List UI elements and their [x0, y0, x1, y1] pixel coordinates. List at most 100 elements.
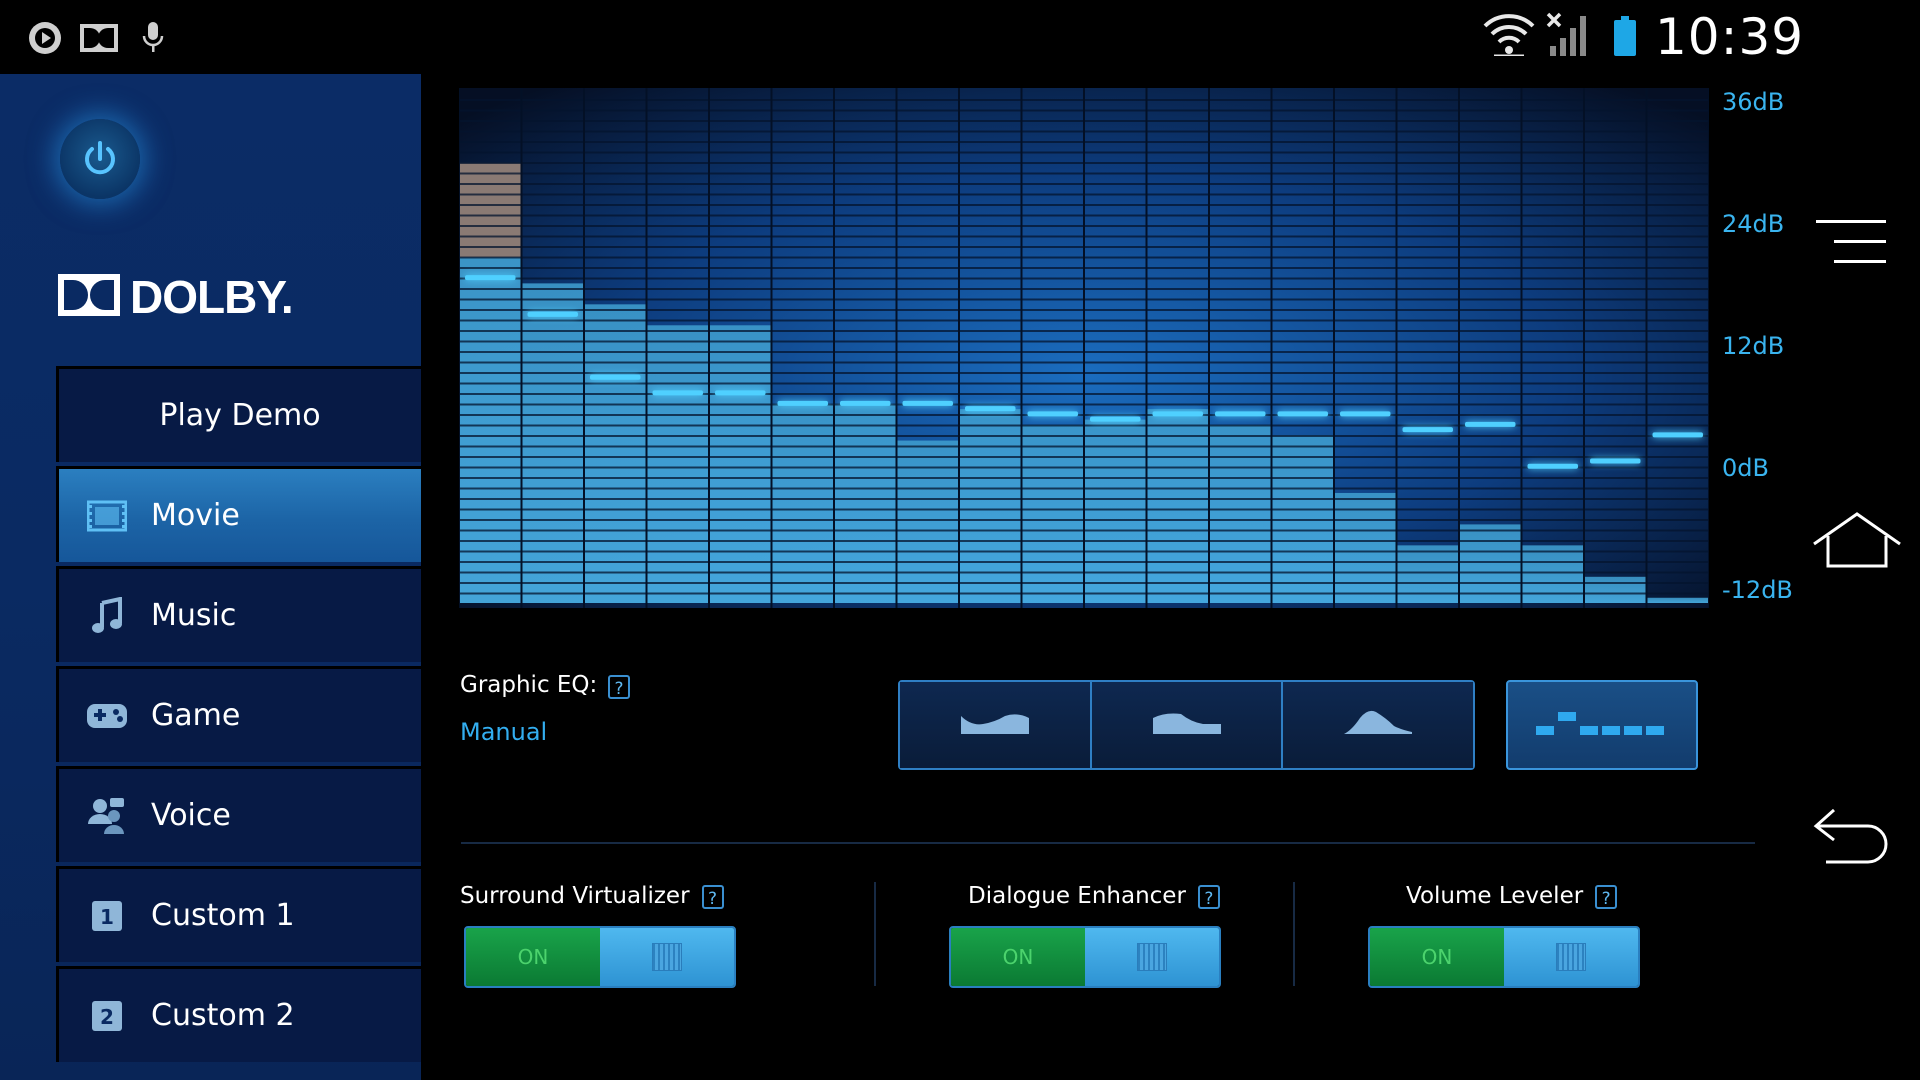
section-divider	[461, 842, 1755, 844]
dialogue-enhancer-label: Dialogue Enhancer?	[968, 883, 1220, 909]
eq-manual-button[interactable]	[1506, 680, 1698, 770]
sidebar-item-label: Music	[151, 598, 237, 633]
eq-preset-focused-button[interactable]	[1283, 682, 1474, 768]
eq-band-handle[interactable]	[1340, 411, 1391, 417]
grip-icon	[1137, 943, 1167, 971]
toggle-on-label: ON	[951, 928, 1085, 986]
eq-band-handle[interactable]	[965, 406, 1016, 412]
grip-icon	[652, 943, 682, 971]
eq-band-handle[interactable]	[840, 400, 891, 406]
eq-band-fill	[1459, 524, 1522, 603]
grip-icon	[1556, 943, 1586, 971]
movie-icon	[85, 494, 129, 538]
eq-band-fill	[1584, 576, 1647, 603]
eq-band-handle[interactable]	[590, 374, 641, 380]
eq-band-handle[interactable]	[1090, 416, 1141, 422]
toggle-knob	[1504, 928, 1638, 986]
eq-preset-open-button[interactable]	[900, 682, 1092, 768]
volume-leveler-toggle[interactable]: ON	[1368, 926, 1640, 988]
eq-band-fill	[1646, 597, 1709, 603]
eq-band-handle[interactable]	[777, 400, 829, 406]
svg-text:1: 1	[100, 905, 114, 929]
surround-virtualizer-help-button[interactable]: ?	[701, 884, 724, 909]
toggle-on-label: ON	[466, 928, 600, 986]
feature-divider	[874, 882, 876, 986]
dialogue-enhancer-help-button[interactable]: ?	[1197, 884, 1220, 909]
db-label-36: 36dB	[1722, 88, 1785, 116]
microphone-icon	[142, 22, 164, 58]
dolby-double-d-icon	[58, 274, 120, 320]
surround-virtualizer-label: Surround Virtualizer?	[460, 883, 724, 909]
menu-icon[interactable]	[1812, 216, 1888, 270]
eq-band-fill	[584, 304, 647, 603]
sidebar-item-music[interactable]: Music	[56, 566, 421, 662]
eq-preset-group	[898, 680, 1475, 770]
home-icon[interactable]	[1812, 510, 1902, 574]
eq-preset-rich-button[interactable]	[1091, 682, 1284, 768]
custom-2-icon: 2	[85, 994, 129, 1038]
graphic-eq-help-button[interactable]: ?	[608, 675, 630, 699]
eq-band-fill	[1146, 409, 1209, 603]
play-demo-button[interactable]: Play Demo	[56, 366, 421, 462]
eq-band-handle[interactable]	[1402, 427, 1454, 433]
db-label-24: 24dB	[1722, 210, 1785, 238]
eq-visualizer[interactable]	[459, 88, 1709, 608]
eq-band-handle[interactable]	[1027, 411, 1079, 417]
eq-band-peak	[459, 162, 522, 258]
toggle-on-label: ON	[1370, 928, 1504, 986]
focused-preset-icon	[1342, 708, 1414, 742]
eq-band-handle[interactable]	[1215, 411, 1266, 417]
sidebar-item-label: Custom 1	[151, 898, 295, 933]
eq-band-fill	[896, 440, 959, 603]
sidebar-item-label: Game	[151, 698, 241, 733]
eq-band-handle[interactable]	[1152, 411, 1204, 417]
volume-leveler-label: Volume Leveler?	[1406, 883, 1618, 909]
eq-band-handle[interactable]	[902, 400, 954, 406]
surround-virtualizer-toggle[interactable]: ON	[464, 926, 736, 988]
sidebar-item-label: Movie	[151, 498, 240, 533]
music-note-icon	[85, 594, 129, 638]
eq-band-handle[interactable]	[715, 390, 766, 396]
eq-band-handle[interactable]	[1277, 411, 1329, 417]
sidebar-item-custom-1[interactable]: 1 Custom 1	[56, 866, 421, 962]
sidebar-item-game[interactable]: Game	[56, 666, 421, 762]
play-circle-icon	[27, 20, 63, 60]
power-button[interactable]	[60, 119, 140, 199]
rich-preset-icon	[1151, 708, 1223, 742]
toggle-knob	[600, 928, 734, 986]
dolby-icon	[80, 24, 118, 56]
graphic-eq-value: Manual	[460, 718, 548, 746]
toggle-knob	[1085, 928, 1219, 986]
open-preset-icon	[959, 708, 1031, 742]
status-bar: 10:39	[0, 0, 1920, 74]
eq-band-fill	[959, 409, 1022, 603]
dialogue-enhancer-toggle[interactable]: ON	[949, 926, 1221, 988]
eq-band-handle[interactable]	[1652, 432, 1704, 438]
graphic-eq-label: Graphic EQ:	[460, 672, 598, 698]
sidebar-item-label: Voice	[151, 798, 231, 833]
volume-leveler-help-button[interactable]: ?	[1595, 884, 1618, 909]
db-label-0: 0dB	[1722, 454, 1769, 482]
eq-band-handle[interactable]	[527, 311, 579, 317]
eq-band-handle[interactable]	[1465, 421, 1516, 427]
clock: 10:39	[1655, 8, 1805, 66]
eq-band-handle[interactable]	[652, 390, 704, 396]
db-label-12: 12dB	[1722, 332, 1785, 360]
no-signal-icon	[1546, 12, 1594, 60]
battery-icon	[1614, 16, 1636, 60]
eq-band-handle[interactable]	[1527, 463, 1579, 469]
sidebar-item-custom-2[interactable]: 2 Custom 2	[56, 966, 421, 1062]
voice-icon	[85, 794, 129, 838]
db-label-minus-12: -12dB	[1722, 576, 1793, 604]
wifi-icon	[1482, 12, 1536, 60]
eq-graph[interactable]	[459, 88, 1709, 608]
manual-eq-icon	[1532, 708, 1672, 742]
sidebar-item-movie[interactable]: Movie	[56, 466, 421, 562]
eq-band-handle[interactable]	[1590, 458, 1641, 464]
eq-band-handle[interactable]	[465, 275, 516, 281]
back-icon[interactable]	[1812, 806, 1892, 870]
sidebar-item-voice[interactable]: Voice	[56, 766, 421, 862]
eq-band-fill	[1021, 424, 1084, 603]
eq-band-fill	[1209, 424, 1272, 603]
dolby-logo: DOLBY.	[58, 271, 298, 323]
